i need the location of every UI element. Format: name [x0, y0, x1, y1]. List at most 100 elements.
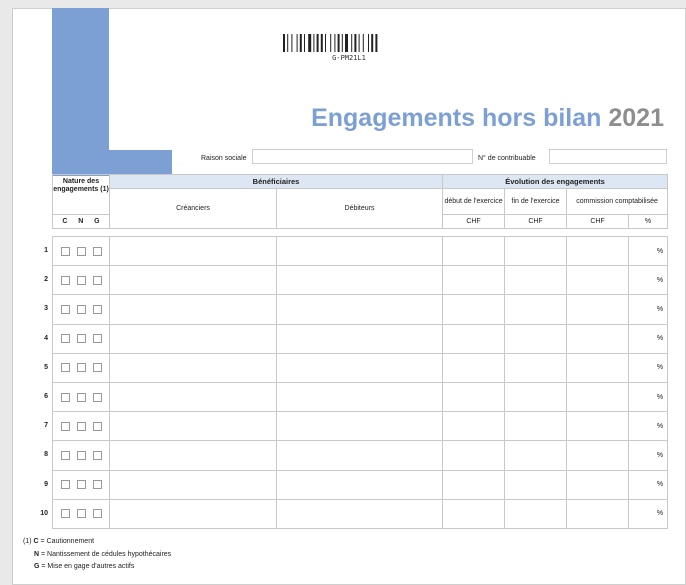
- debiteur-cell[interactable]: [275, 469, 444, 500]
- commission-cell[interactable]: [566, 440, 630, 471]
- barcode-bar: [308, 34, 312, 52]
- debiteur-cell[interactable]: [275, 411, 444, 442]
- checkbox-c[interactable]: [60, 363, 70, 373]
- debut-cell[interactable]: [442, 265, 506, 296]
- commission-cell[interactable]: [566, 294, 630, 325]
- creancier-cell[interactable]: [109, 352, 277, 383]
- creancier-cell[interactable]: [109, 469, 277, 500]
- row-number: 2: [44, 276, 48, 284]
- barcode-bar: [354, 34, 357, 52]
- fin-cell[interactable]: [504, 265, 568, 296]
- fin-cell[interactable]: [504, 469, 568, 500]
- contribuable-field[interactable]: [549, 149, 667, 164]
- creancier-cell[interactable]: [109, 381, 277, 413]
- checkbox-g[interactable]: [92, 480, 102, 490]
- debut-cell[interactable]: [442, 381, 506, 413]
- barcode-bar: [291, 34, 293, 52]
- fin-cell[interactable]: [504, 498, 568, 529]
- fin-cell[interactable]: [504, 235, 568, 267]
- checkbox-g[interactable]: [92, 246, 102, 256]
- pct-cell[interactable]: %: [628, 323, 669, 354]
- checkbox-g[interactable]: [92, 421, 102, 431]
- checkbox-n[interactable]: [76, 334, 86, 344]
- checkbox-g[interactable]: [92, 363, 102, 373]
- checkbox-n[interactable]: [76, 392, 86, 402]
- pct-cell[interactable]: %: [628, 235, 669, 267]
- checkbox-g[interactable]: [92, 334, 102, 344]
- checkbox-c[interactable]: [60, 334, 70, 344]
- fin-cell[interactable]: [504, 352, 568, 383]
- checkbox-n[interactable]: [76, 421, 86, 431]
- debut-cell[interactable]: [442, 440, 506, 471]
- debut-cell[interactable]: [442, 235, 506, 267]
- checkbox-c[interactable]: [60, 509, 70, 519]
- commission-cell[interactable]: [566, 235, 630, 267]
- checkbox-g[interactable]: [92, 304, 102, 314]
- pct-cell[interactable]: %: [628, 469, 669, 500]
- pct-cell[interactable]: %: [628, 440, 669, 471]
- raison-sociale-field[interactable]: [252, 149, 473, 164]
- debut-cell[interactable]: [442, 294, 506, 325]
- debiteur-cell[interactable]: [275, 323, 444, 354]
- fin-cell[interactable]: [504, 381, 568, 413]
- debiteur-cell[interactable]: [275, 498, 444, 529]
- pct-cell[interactable]: %: [628, 265, 669, 296]
- fin-cell[interactable]: [504, 294, 568, 325]
- fin-cell[interactable]: [504, 411, 568, 442]
- pct-cell[interactable]: %: [628, 352, 669, 383]
- debiteur-cell[interactable]: [275, 294, 444, 325]
- checkbox-c[interactable]: [60, 421, 70, 431]
- debiteur-cell[interactable]: [275, 440, 444, 471]
- debiteur-cell[interactable]: [275, 235, 444, 267]
- commission-cell[interactable]: [566, 469, 630, 500]
- checkbox-n[interactable]: [76, 304, 86, 314]
- commission-cell[interactable]: [566, 498, 630, 529]
- commission-cell[interactable]: [566, 411, 630, 442]
- checkbox-g[interactable]: [92, 275, 102, 285]
- commission-cell[interactable]: [566, 381, 630, 413]
- barcode-bar: [368, 34, 369, 52]
- pct-cell[interactable]: %: [628, 294, 669, 325]
- checkbox-c[interactable]: [60, 450, 70, 460]
- debiteur-cell[interactable]: [275, 352, 444, 383]
- checkbox-g[interactable]: [92, 450, 102, 460]
- debut-cell[interactable]: [442, 323, 506, 354]
- creancier-cell[interactable]: [109, 265, 277, 296]
- checkbox-n[interactable]: [76, 275, 86, 285]
- checkbox-g[interactable]: [92, 509, 102, 519]
- commission-cell[interactable]: [566, 323, 630, 354]
- checkbox-c[interactable]: [60, 304, 70, 314]
- checkbox-c[interactable]: [60, 480, 70, 490]
- checkbox-c[interactable]: [60, 392, 70, 402]
- creancier-cell[interactable]: [109, 498, 277, 529]
- debut-cell[interactable]: [442, 411, 506, 442]
- creancier-cell[interactable]: [109, 411, 277, 442]
- debiteur-cell[interactable]: [275, 265, 444, 296]
- debut-cell[interactable]: [442, 498, 506, 529]
- checkbox-n[interactable]: [76, 363, 86, 373]
- creancier-cell[interactable]: [109, 323, 277, 354]
- pct-cell[interactable]: %: [628, 381, 669, 413]
- barcode-bar: [330, 34, 332, 52]
- debiteur-cell[interactable]: [275, 381, 444, 413]
- pct-cell[interactable]: %: [628, 411, 669, 442]
- checkbox-n[interactable]: [76, 450, 86, 460]
- fin-cell[interactable]: [504, 323, 568, 354]
- checkbox-c[interactable]: [60, 246, 70, 256]
- debut-cell[interactable]: [442, 469, 506, 500]
- barcode-bar: [287, 34, 289, 52]
- commission-cell[interactable]: [566, 265, 630, 296]
- checkbox-n[interactable]: [76, 246, 86, 256]
- checkbox-g[interactable]: [92, 392, 102, 402]
- checkbox-n[interactable]: [76, 509, 86, 519]
- pct-cell[interactable]: %: [628, 498, 669, 529]
- commission-cell[interactable]: [566, 352, 630, 383]
- creancier-cell[interactable]: [109, 294, 277, 325]
- fin-cell[interactable]: [504, 440, 568, 471]
- debut-cell[interactable]: [442, 352, 506, 383]
- creancier-cell[interactable]: [109, 440, 277, 471]
- table-row: %: [52, 469, 669, 500]
- checkbox-n[interactable]: [76, 480, 86, 490]
- creancier-cell[interactable]: [109, 235, 277, 267]
- checkbox-c[interactable]: [60, 275, 70, 285]
